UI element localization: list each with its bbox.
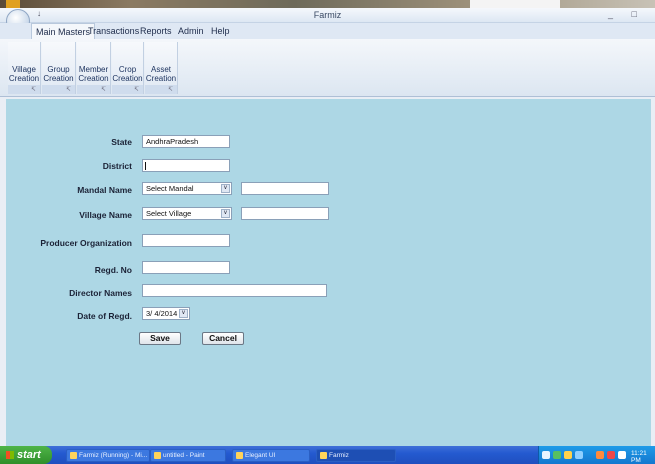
group-creation-button[interactable]: Group Creation ↸ xyxy=(42,42,76,94)
taskbar-item-paint[interactable]: untitled - Paint xyxy=(150,449,226,462)
dialog-launcher-icon[interactable]: ↸ xyxy=(134,86,139,93)
taskbar-item-label: Farmiz xyxy=(329,452,349,459)
desktop-wallpaper-strip xyxy=(0,0,655,8)
cancel-button[interactable]: Cancel xyxy=(202,332,244,345)
taskbar-item-label: Elegant UI xyxy=(245,452,276,459)
ribbon-group-footer: ↸ xyxy=(145,85,177,94)
crop-creation-label-1: Crop xyxy=(118,65,137,74)
district-field[interactable] xyxy=(142,159,230,172)
taskbar-clock: 11:21 PM xyxy=(631,450,647,464)
date-of-regd-label: Date of Regd. xyxy=(77,311,132,321)
app-icon xyxy=(320,452,327,459)
tab-help[interactable]: Help xyxy=(207,25,234,37)
network-icon[interactable] xyxy=(542,451,550,459)
window-title: Farmiz xyxy=(313,10,342,20)
dialog-launcher-icon[interactable]: ↸ xyxy=(66,86,71,93)
taskbar-item-label: untitled - Paint xyxy=(163,452,205,459)
producer-organization-field[interactable] xyxy=(142,234,230,247)
mandal-select[interactable]: Select Mandal ∨ xyxy=(142,182,232,195)
dialog-launcher-icon[interactable]: ↸ xyxy=(31,86,36,93)
asset-creation-label-1: Asset xyxy=(150,65,171,74)
ribbon-group-footer: ↸ xyxy=(42,85,75,94)
producer-organization-label: Producer Organization xyxy=(40,238,132,248)
member-creation-label-2: Creation xyxy=(78,74,109,83)
district-label: District xyxy=(102,161,132,171)
crop-creation-button[interactable]: Crop Creation ↸ xyxy=(112,42,144,94)
state-label: State xyxy=(111,137,132,147)
ribbon-group-footer: ↸ xyxy=(77,85,110,94)
group-creation-label-1: Group xyxy=(47,65,70,74)
date-of-regd-value: 3/ 4/2014 xyxy=(146,309,178,318)
crop-creation-label-2: Creation xyxy=(112,74,143,83)
paint-icon xyxy=(154,452,161,459)
tab-transactions[interactable]: Transactions xyxy=(84,25,143,37)
window-controls[interactable]: _ □ xyxy=(608,9,645,19)
alert-icon[interactable] xyxy=(607,451,615,459)
dialog-launcher-icon[interactable]: ↸ xyxy=(101,86,106,93)
save-button[interactable]: Save xyxy=(139,332,181,345)
village-select[interactable]: Select Village ∨ xyxy=(142,207,232,220)
update-icon[interactable] xyxy=(596,451,604,459)
village-name-field[interactable] xyxy=(241,207,329,220)
director-names-field[interactable] xyxy=(142,284,327,297)
state-field[interactable]: AndhraPradesh xyxy=(142,135,230,148)
security-icon[interactable] xyxy=(553,451,561,459)
wallpaper-highlight xyxy=(470,0,560,8)
ribbon-group-footer: ↸ xyxy=(8,85,40,94)
regd-no-label: Regd. No xyxy=(94,265,132,275)
member-creation-button[interactable]: Member Creation ↸ xyxy=(77,42,111,94)
chevron-down-icon[interactable]: ∨ xyxy=(221,209,230,218)
taskbar-item-farmiz-running[interactable]: Farmiz (Running) - Mi... xyxy=(66,449,150,462)
volume-icon[interactable] xyxy=(618,451,626,459)
ribbon-group-footer: ↸ xyxy=(112,85,143,94)
tab-reports[interactable]: Reports xyxy=(136,25,176,37)
taskbar-item-elegant-ui[interactable]: Elegant UI xyxy=(232,449,310,462)
taskbar-item-farmiz[interactable]: Farmiz xyxy=(316,449,396,462)
date-of-regd-picker[interactable]: 3/ 4/2014 ∨ xyxy=(142,307,190,320)
member-creation-label-1: Member xyxy=(78,65,109,74)
asset-creation-button[interactable]: Asset Creation ↸ xyxy=(145,42,178,94)
village-creation-label-2: Creation xyxy=(8,74,40,83)
chevron-down-icon[interactable]: ∨ xyxy=(179,309,188,318)
start-button[interactable]: start xyxy=(0,446,52,464)
group-creation-label-2: Creation xyxy=(43,74,74,83)
vm-icon xyxy=(70,452,77,459)
start-label: start xyxy=(17,449,41,461)
tab-admin[interactable]: Admin xyxy=(174,25,208,37)
asset-creation-label-2: Creation xyxy=(145,74,177,83)
windows-logo-icon xyxy=(6,451,14,459)
wallpaper-accent xyxy=(6,0,20,8)
village-name-label: Village Name xyxy=(79,210,132,220)
regd-no-field[interactable] xyxy=(142,261,230,274)
director-names-label: Director Names xyxy=(69,288,132,298)
village-creation-button[interactable]: Village Creation ↸ xyxy=(8,42,41,94)
notification-icon[interactable] xyxy=(564,451,572,459)
chevron-down-icon[interactable]: ∨ xyxy=(221,184,230,193)
mandal-select-value: Select Mandal xyxy=(146,184,194,193)
dialog-launcher-icon[interactable]: ↸ xyxy=(168,86,173,93)
mandal-name-label: Mandal Name xyxy=(77,185,132,195)
village-select-value: Select Village xyxy=(146,209,192,218)
window-icon xyxy=(236,452,243,459)
mandal-name-field[interactable] xyxy=(241,182,329,195)
language-icon[interactable] xyxy=(575,451,583,459)
village-creation-label-1: Village xyxy=(12,65,36,74)
taskbar-item-label: Farmiz (Running) - Mi... xyxy=(79,452,148,459)
